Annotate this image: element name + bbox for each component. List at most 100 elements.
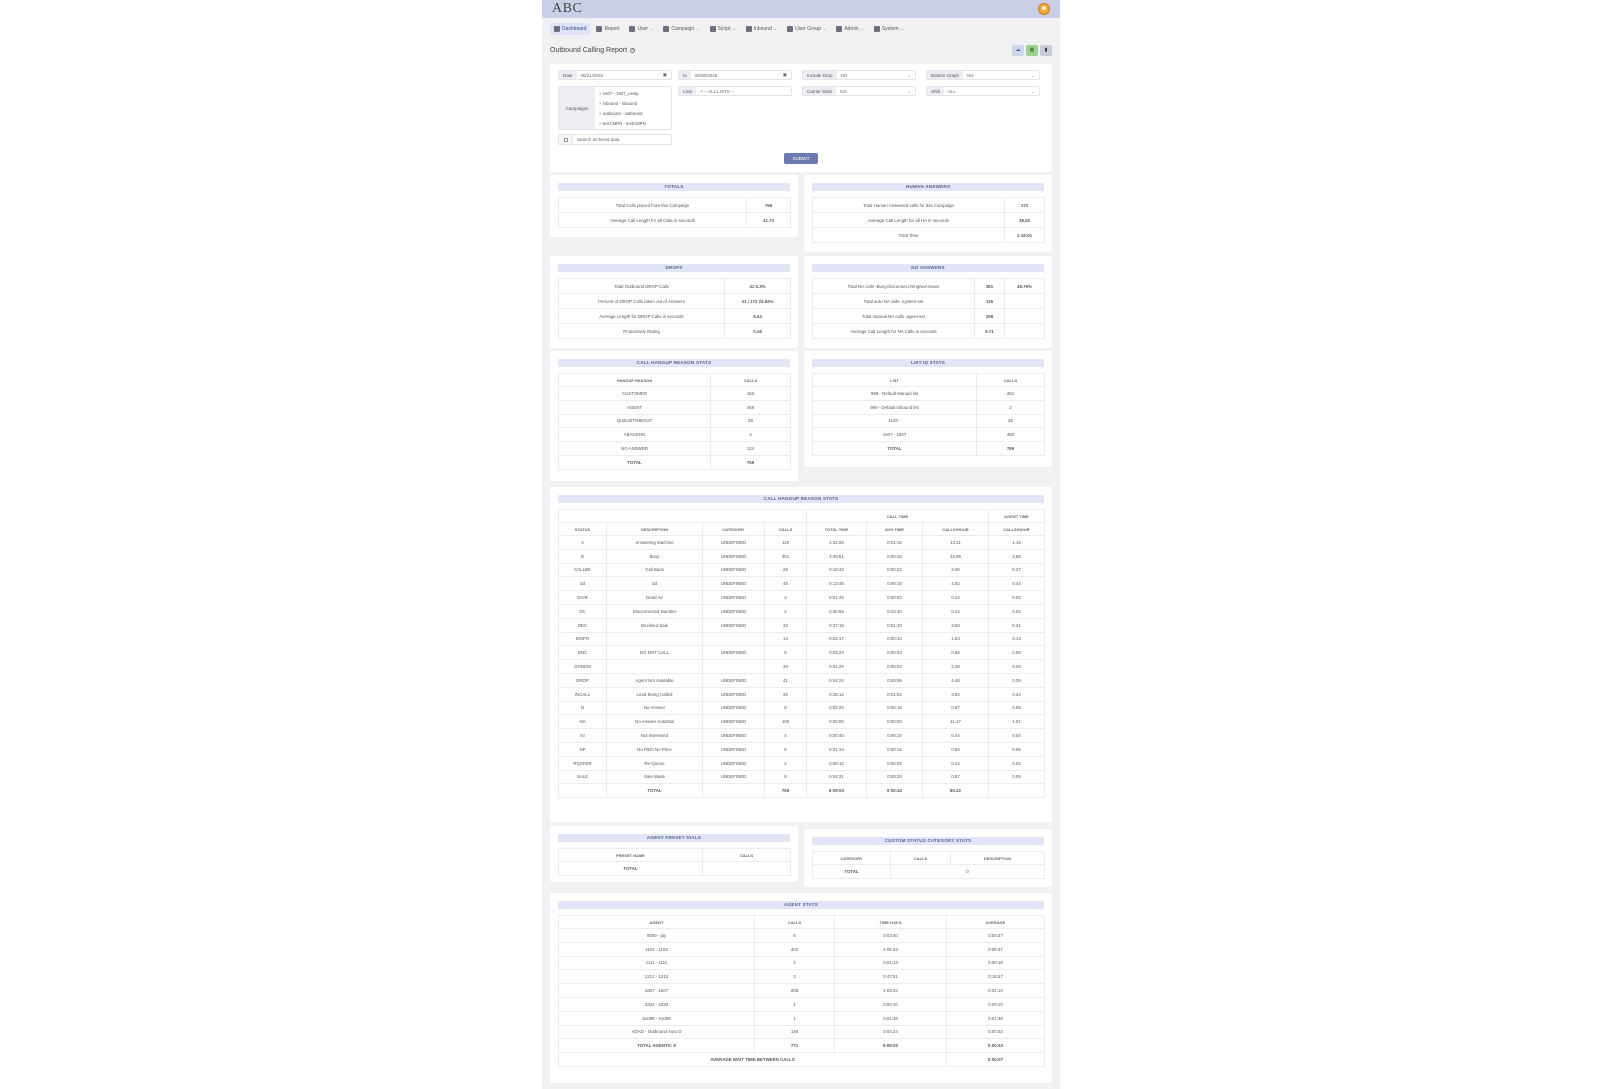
table-cell: 1: [754, 1010, 835, 1026]
campaign-chip[interactable]: testCMPN - testCMPN: [599, 119, 646, 129]
calendar-icon[interactable]: ▣: [783, 72, 787, 78]
table-cell: UNDEFINED: [702, 576, 765, 592]
submit-button[interactable]: SUBMIT: [784, 153, 818, 164]
table-cell: 1212 - 1212: [558, 969, 755, 985]
table-cell: No Pitch No Price: [606, 741, 703, 757]
table-cell: 2:32:28: [806, 535, 867, 550]
shift-select[interactable]: Shift ALL ⌄: [926, 86, 1040, 96]
table-cell: 0:00:42: [866, 783, 923, 799]
table-cell: [558, 509, 807, 523]
carrier-stats-label: Carrier Stats: [803, 87, 837, 95]
status-card: CALL HANGUP REASON STATS CALL TIME AGENT …: [550, 487, 1052, 822]
campaign-chip[interactable]: outbound - outbound: [599, 109, 646, 119]
user-icon: [629, 25, 636, 32]
table-cell: UNDEFINED: [702, 645, 765, 661]
search-archived-checkbox[interactable]: Search archived data: [558, 134, 672, 145]
logo: ABC: [552, 1, 583, 16]
table-cell: 41.73: [746, 212, 791, 228]
hangup-title: CALL HANGUP REASON STATS: [558, 359, 790, 367]
campaign-chip[interactable]: 1607 - 1607_camp: [599, 89, 646, 99]
table-cell: 3.28: [921, 659, 990, 674]
table-cell: 0:04:24: [806, 672, 867, 688]
table-cell: Average Call Length for all Calls in sec…: [558, 212, 747, 228]
table-cell: 0.02: [988, 590, 1046, 605]
nav-item-script[interactable]: Script ⌄: [706, 23, 740, 35]
table-cell: Disconnected Number: [606, 603, 703, 619]
table-row: Productivity Rating 0.18: [558, 323, 791, 339]
table-cell: 480: [976, 427, 1045, 443]
lists-select[interactable]: Lists × -- ALL LISTS --: [678, 86, 792, 96]
bottom-graph-select[interactable]: Bottom Graph NO ⌄: [926, 70, 1040, 80]
date-to-field[interactable]: to 08/30/2025 ▣: [678, 70, 792, 80]
human-answers-card: HUMAN ANSWERS Total Human Answered calls…: [804, 175, 1052, 252]
nav-item-campaign[interactable]: Campaign ⌄: [659, 23, 703, 35]
calendar-icon[interactable]: ▣: [663, 72, 667, 78]
table-cell: 32.89: [921, 548, 990, 564]
nav-item-system[interactable]: System ⌄: [870, 23, 908, 35]
nav-label: Inbound: [753, 25, 772, 32]
chevron-down-icon: ⌄: [900, 26, 904, 31]
table-cell: [1004, 293, 1045, 309]
nav-item-report[interactable]: Report: [592, 23, 623, 35]
table-cell: [988, 783, 1046, 799]
chevron-down-icon: ⌄: [650, 26, 654, 31]
table-cell: 41 5.3%: [724, 278, 791, 294]
checkbox[interactable]: [563, 137, 568, 142]
chevron-down-icon: ⌄: [860, 26, 864, 31]
table-row: TOTAL 769 9:09:53 0:00:42 80.22: [558, 783, 1046, 799]
download-icon[interactable]: ☁: [1012, 44, 1024, 56]
nav-item-inbound[interactable]: Inbound ⌄: [742, 23, 781, 35]
campaigns-label: Campaigns: [559, 87, 595, 129]
date-from-field[interactable]: Date 08/21/2025 ▣: [558, 70, 672, 80]
nav-item-user-group[interactable]: User Group ⌄: [783, 23, 830, 35]
table-cell: 28: [764, 562, 807, 578]
table-row: DONEM 30 0:01:29 0:00:03 3.28 0.29: [558, 659, 1046, 674]
table-cell: 125: [974, 293, 1005, 309]
chart-icon[interactable]: ▮: [1040, 44, 1052, 56]
table-cell: 0:04:24: [834, 1024, 947, 1040]
table-cell: 35: [764, 686, 807, 702]
table-cell: 6.44: [724, 308, 791, 324]
drops-card: DROPS Total Outbound DROP Calls 41 5.3% Pe…: [550, 256, 798, 348]
table-row: Total manual NA calls -agent-set 256: [812, 308, 1045, 324]
date-label: Date: [559, 71, 577, 79]
table-cell: Productivity Rating: [558, 323, 725, 339]
nav-item-admin[interactable]: Admin ⌄: [832, 23, 868, 35]
table-cell: 0:00:46: [866, 548, 923, 564]
campaign-chip[interactable]: inbound - inbound: [599, 99, 646, 109]
table-cell: [606, 631, 703, 647]
table-row: Percent of DROP Calls taken out of Answe…: [558, 293, 791, 309]
lists-chip[interactable]: × -- ALL LISTS --: [700, 89, 734, 94]
table-cell: 0.18: [724, 323, 791, 339]
bottom-graph-label: Bottom Graph: [927, 71, 964, 79]
table-cell: 0:00:10: [866, 631, 923, 647]
table-cell: 0.66: [921, 645, 990, 661]
table-cell: UNDEFINED: [702, 617, 765, 633]
help-icon[interactable]: ?: [630, 47, 636, 53]
table-cell: 0:00:02: [946, 1024, 1045, 1040]
table-cell: 998 - Default Manual list: [812, 386, 977, 401]
nav-item-user[interactable]: User ⌄: [625, 23, 657, 35]
include-drop-label: Include Drop: [803, 71, 837, 79]
nav-item-dashboard[interactable]: Dashboard: [550, 22, 591, 35]
avatar[interactable]: [1038, 3, 1050, 15]
campaigns-select[interactable]: Campaigns 1607 - 1607_campinbound - inbo…: [558, 86, 672, 130]
table-cell: 0:00:18: [866, 700, 923, 716]
table-cell: NI: [558, 728, 607, 743]
table-cell: CALLS: [710, 373, 791, 387]
table-row: HANGUP REASON CALLS: [558, 373, 791, 387]
table-cell: 0:00:18: [866, 576, 923, 592]
export-excel-icon[interactable]: ▦: [1026, 44, 1038, 56]
carrier-stats-select[interactable]: Carrier Stats NO ⌄: [802, 86, 916, 96]
table-cell: AGENT: [558, 399, 711, 415]
table-cell: UNDEFINED: [702, 714, 765, 730]
table-cell: 0:00:10: [946, 996, 1045, 1012]
title-bar: Outbound Calling Report ? ☁ ▦ ▮: [542, 39, 1060, 61]
table-cell: UNDEFINED: [702, 686, 765, 702]
table-cell: 0:00:00: [866, 714, 923, 730]
table-cell: 402: [754, 941, 835, 957]
include-drop-select[interactable]: Include Drop NO ⌄: [802, 70, 916, 80]
table-cell: DAIR: [558, 590, 607, 605]
table-cell: N: [558, 700, 607, 716]
chevron-down-icon: ⌄: [1031, 88, 1035, 94]
